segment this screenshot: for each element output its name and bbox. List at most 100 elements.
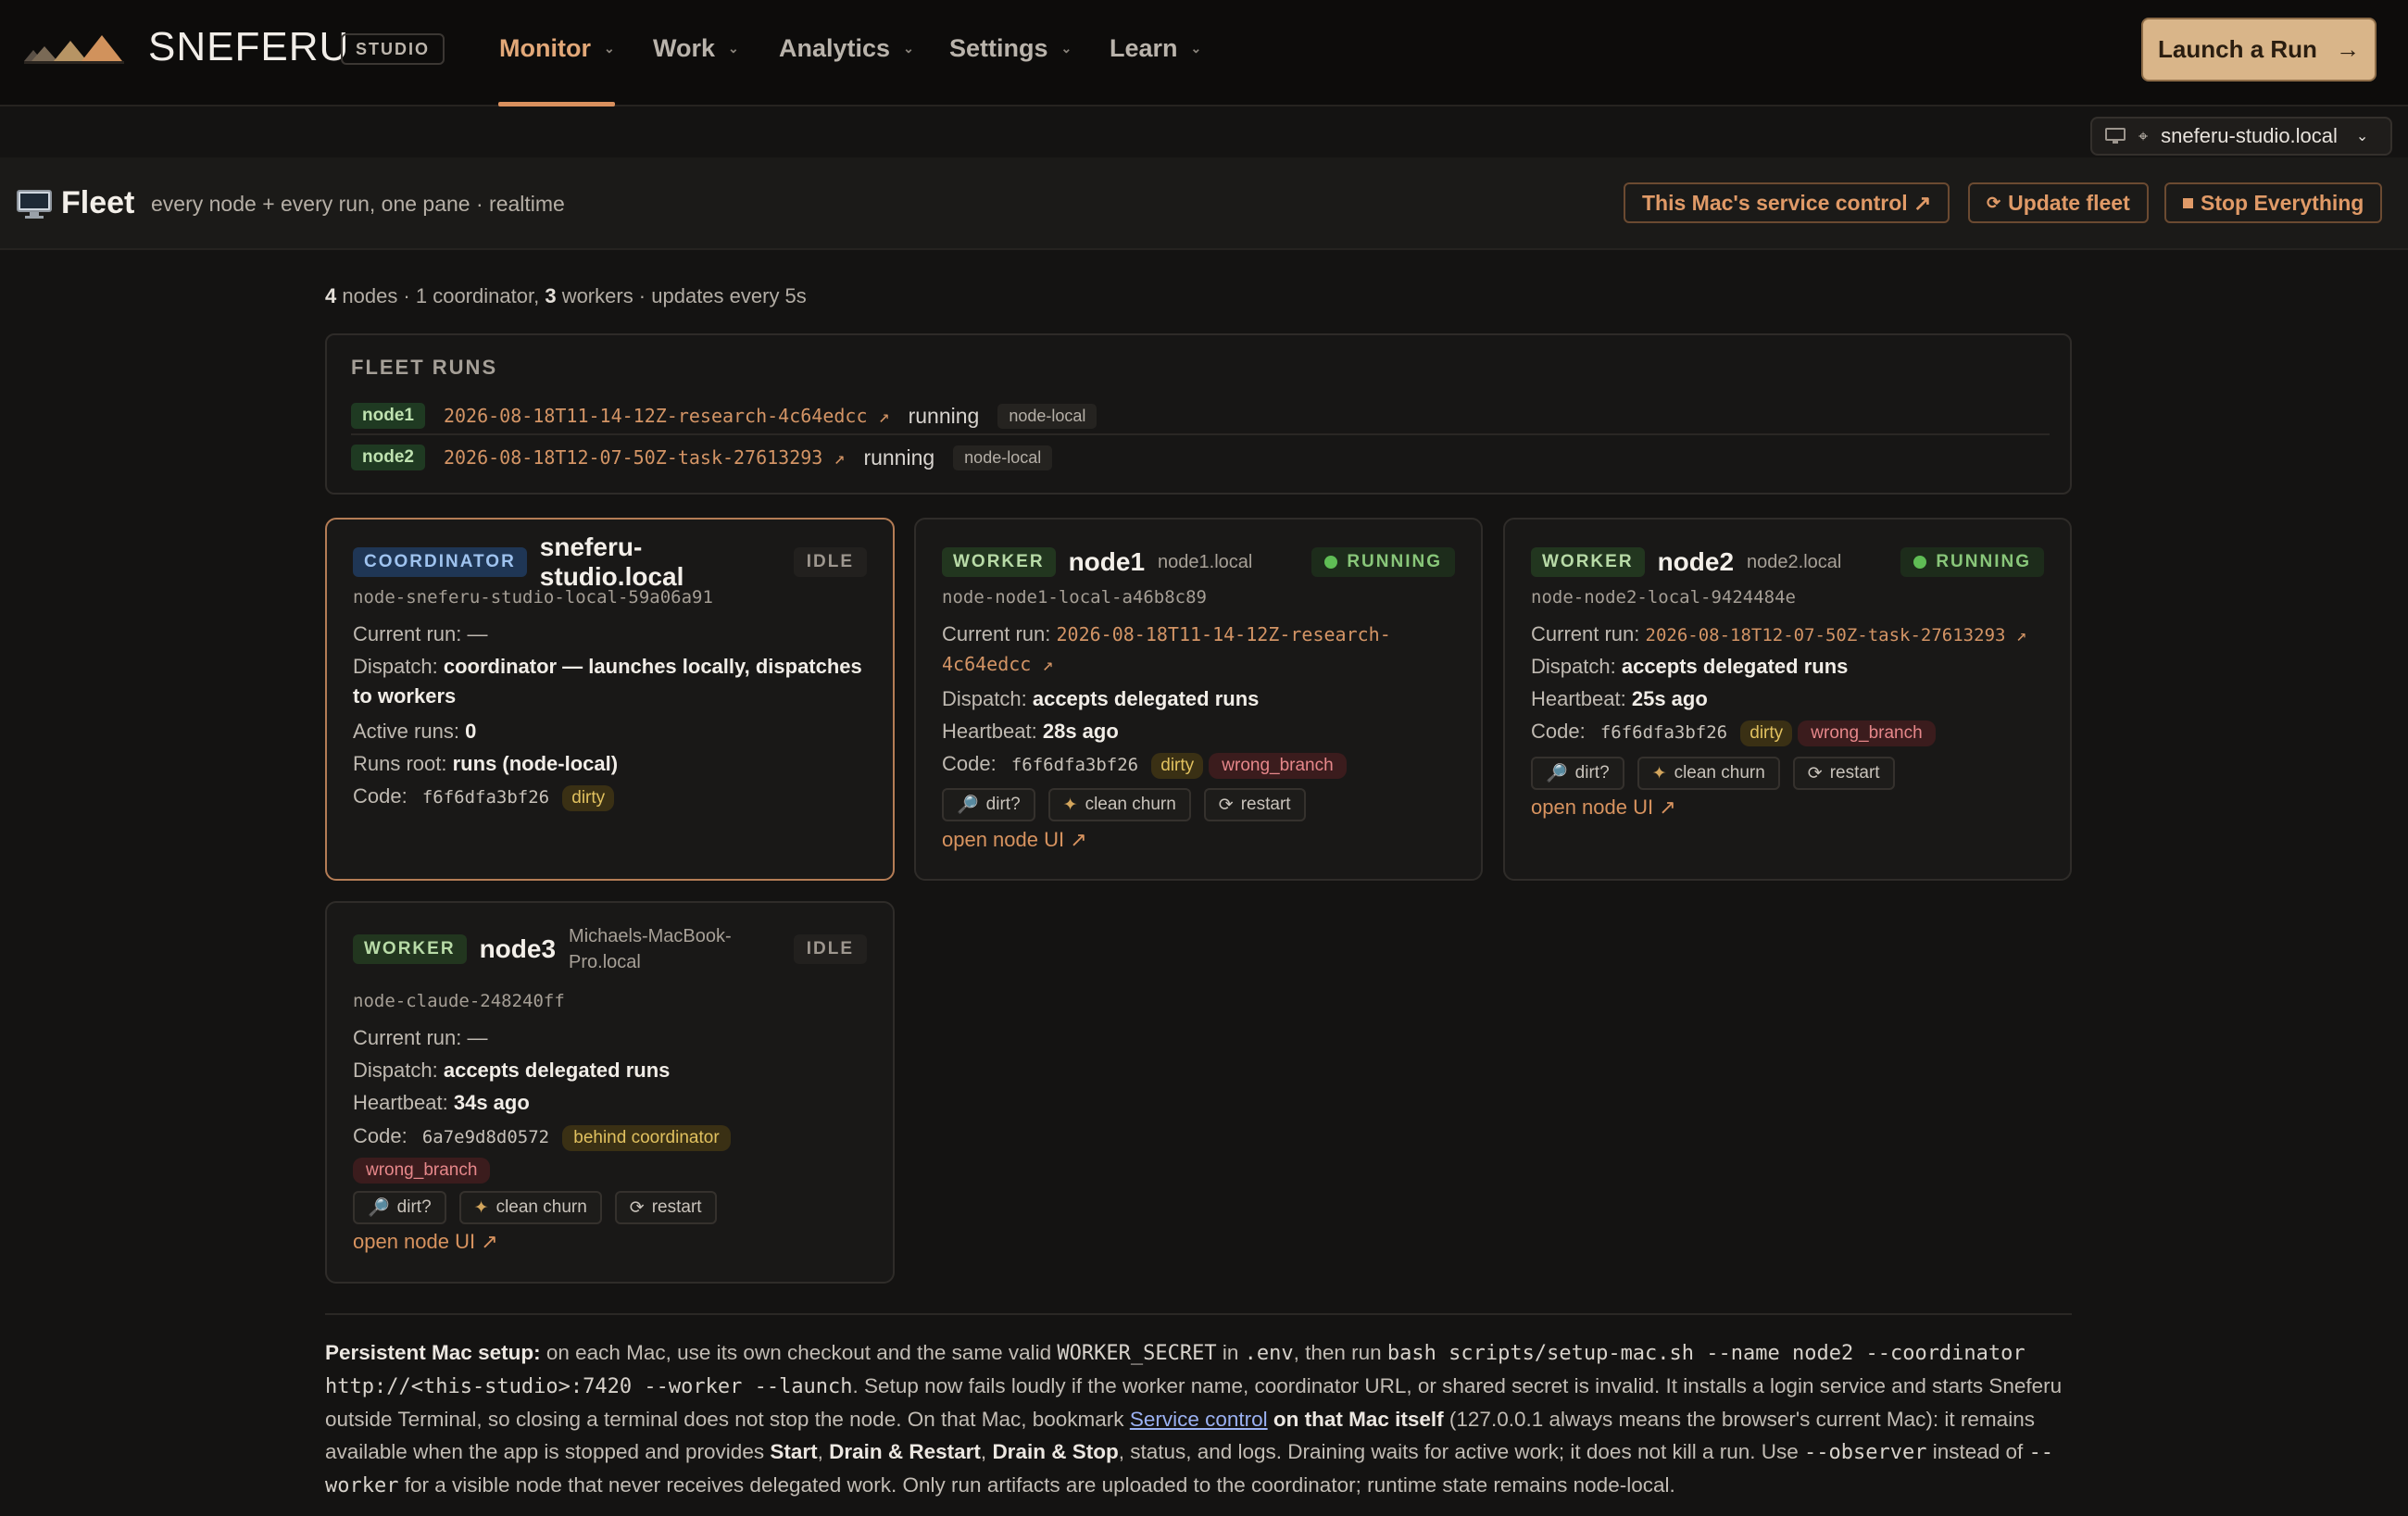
studio-badge: STUDIO (341, 33, 445, 65)
code-sha: 6a7e9d8d0572 (421, 1127, 550, 1147)
service-control-link[interactable]: Service control (1130, 1408, 1268, 1431)
runs-root-value: runs (node-local) (452, 752, 619, 775)
open-node-ui-link[interactable]: open node UI ↗ (942, 828, 1087, 852)
open-node-ui-link[interactable]: open node UI ↗ (1531, 796, 1676, 820)
launch-run-button[interactable]: Launch a Run → (2141, 18, 2377, 81)
node-name: node2 (1657, 547, 1735, 576)
action-label: clean churn (495, 1197, 587, 1217)
arrow-right-icon: → (2335, 35, 2360, 63)
node-actions: 🔎 dirt? ✦ clean churn ⟳ restart (942, 788, 1306, 821)
current-run-line: Current run: 2026-08-18T12-07-50Z-task-2… (1531, 620, 2044, 650)
update-fleet-label: Update fleet (2008, 191, 2130, 215)
top-nav: SNEFERU STUDIO Monitor ⌄ Work ⌄ Analytic… (0, 0, 2408, 106)
magnifier-icon: 🔎 (957, 796, 979, 815)
setup-note-text: instead of (1926, 1440, 2029, 1463)
heartbeat-value: 28s ago (1042, 720, 1119, 743)
current-run-line: Current run: — (353, 1023, 867, 1053)
setup-note-bold: Drain & Stop (992, 1440, 1119, 1463)
setup-note-text: , (817, 1440, 830, 1463)
run-status: running (908, 403, 980, 428)
stop-square-icon (2183, 197, 2193, 208)
target-icon: ⌖ (2138, 126, 2149, 145)
behind-coordinator-tag: behind coordinator (562, 1125, 731, 1151)
run-link[interactable]: 2026-08-18T12-07-50Z-task-27613293 ↗ (444, 446, 845, 469)
node-card-node1: WORKER node1 node1.local RUNNING node-no… (914, 518, 1483, 881)
code-line: Code: f6f6dfa3bf26 dirty wrong_branch (942, 749, 1455, 780)
code-sha: f6f6dfa3bf26 (421, 787, 550, 808)
node-card-header: WORKER node1 node1.local RUNNING (942, 544, 1455, 581)
stop-everything-button[interactable]: Stop Everything (2164, 182, 2383, 223)
dispatch-label: Dispatch: (942, 687, 1027, 710)
clean-churn-button[interactable]: ✦ clean churn (1047, 788, 1191, 821)
running-dot-icon (1913, 556, 1927, 569)
setup-note-text: on each Mac, use its own checkout and th… (540, 1341, 1058, 1364)
run-node-pill[interactable]: node2 (351, 445, 425, 470)
role-badge: WORKER (942, 547, 1056, 577)
state-label: RUNNING (1347, 552, 1442, 571)
current-run-label: Current run: (353, 622, 462, 645)
chevron-down-icon: ⌄ (2355, 129, 2369, 144)
code-env: .env (1244, 1342, 1294, 1365)
chevron-down-icon: ⌄ (1190, 40, 1202, 56)
setup-note-heading: Persistent Mac setup: (325, 1341, 541, 1364)
chevron-down-icon: ⌄ (903, 40, 914, 56)
wrong-branch-tag: wrong_branch (1798, 720, 1936, 746)
dispatch-label: Dispatch: (353, 655, 438, 678)
dirt-check-button[interactable]: 🔎 dirt? (942, 788, 1035, 821)
brand-name[interactable]: SNEFERU (148, 24, 349, 70)
restart-button[interactable]: ⟳ restart (614, 1191, 717, 1224)
setup-note-bold: Start (770, 1440, 818, 1463)
action-label: clean churn (1674, 763, 1765, 783)
active-runs-value: 0 (465, 720, 477, 743)
code-line: Code: f6f6dfa3bf26 dirty wrong_branch (1531, 717, 2044, 747)
active-tab-indicator (498, 102, 615, 106)
role-badge: WORKER (1531, 547, 1645, 577)
refresh-icon: ⟳ (629, 1197, 645, 1218)
dirt-check-button[interactable]: 🔎 dirt? (353, 1191, 446, 1224)
run-node-pill[interactable]: node1 (351, 403, 425, 429)
dirty-tag: dirty (562, 785, 615, 811)
update-fleet-button[interactable]: ⟳ Update fleet (1968, 182, 2149, 223)
code-sha: f6f6dfa3bf26 (1599, 722, 1728, 743)
dirt-check-button[interactable]: 🔎 dirt? (1531, 757, 1624, 790)
node-card-header: COORDINATOR sneferu-studio.local IDLE (353, 532, 867, 591)
chevron-down-icon: ⌄ (603, 40, 615, 56)
desktop-computer-icon (17, 189, 52, 219)
nav-label: Learn (1110, 33, 1178, 62)
current-run-value: — (467, 622, 488, 645)
pyramids-logo-icon[interactable] (24, 33, 128, 65)
service-control-button[interactable]: This Mac's service control ↗ (1624, 182, 1950, 223)
running-dot-icon (1324, 556, 1338, 569)
code-secret: WORKER_SECRET (1057, 1342, 1217, 1365)
nav-monitor[interactable]: Monitor ⌄ (499, 30, 615, 67)
node-name: node1 (1068, 547, 1146, 576)
restart-button[interactable]: ⟳ restart (1792, 757, 1895, 790)
dispatch-line: Dispatch: accepts delegated runs (353, 1056, 867, 1085)
restart-button[interactable]: ⟳ restart (1203, 788, 1306, 821)
clean-churn-button[interactable]: ✦ clean churn (1637, 757, 1780, 790)
node-card-node2: WORKER node2 node2.local RUNNING node-no… (1503, 518, 2072, 881)
current-run-value: — (467, 1026, 488, 1049)
dispatch-line: Dispatch: accepts delegated runs (1531, 652, 2044, 682)
clean-churn-button[interactable]: ✦ clean churn (458, 1191, 602, 1224)
current-run-link[interactable]: 2026-08-18T12-07-50Z-task-27613293 ↗ (1646, 625, 2027, 645)
current-run-line: Current run: 2026-08-18T11-14-12Z-resear… (942, 620, 1407, 679)
setup-note-bold: Drain & Restart (829, 1440, 981, 1463)
setup-note-bold: on that Mac itself (1267, 1408, 1444, 1431)
open-node-ui-link[interactable]: open node UI ↗ (353, 1230, 498, 1254)
runs-root-line: Runs root: runs (node-local) (353, 749, 867, 779)
node-id: node-claude-248240ff (353, 991, 565, 1011)
run-link[interactable]: 2026-08-18T11-14-12Z-research-4c64edcc ↗ (444, 405, 890, 427)
host-select[interactable]: ⌖ sneferu-studio.local ⌄ (2090, 117, 2392, 156)
nav-learn[interactable]: Learn ⌄ (1110, 30, 1201, 67)
role-badge: COORDINATOR (353, 547, 527, 577)
heartbeat-line: Heartbeat: 25s ago (1531, 684, 2044, 714)
nav-label: Work (653, 33, 716, 62)
nav-settings[interactable]: Settings ⌄ (949, 30, 1072, 67)
heartbeat-value: 25s ago (1631, 687, 1708, 710)
nav-analytics[interactable]: Analytics ⌄ (779, 30, 914, 67)
nav-work[interactable]: Work ⌄ (653, 30, 739, 67)
node-host: Michaels-MacBook-Pro.local (569, 926, 732, 972)
active-runs-label: Active runs: (353, 720, 459, 743)
node-host: node1.local (1158, 551, 1253, 572)
